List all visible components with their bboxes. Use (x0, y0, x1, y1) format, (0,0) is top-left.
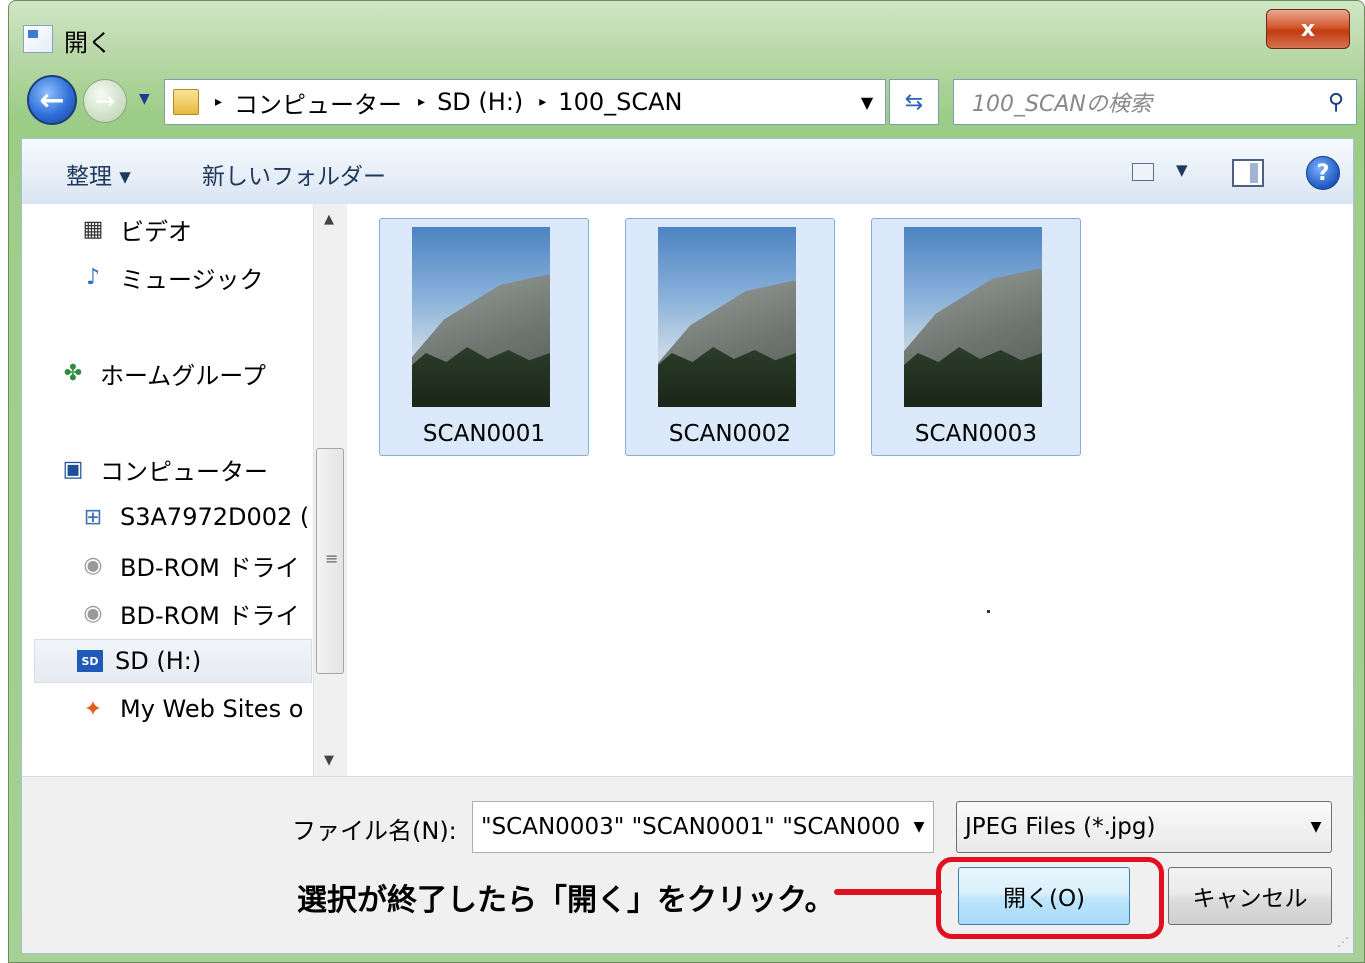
scroll-down-icon[interactable]: ▼ (324, 753, 334, 768)
file-tile-scan0003[interactable]: SCAN0003 (871, 218, 1081, 456)
window-title: 開く (64, 29, 112, 57)
image-thumbnail (412, 227, 550, 407)
homegroup-icon: ✤ (63, 360, 83, 386)
web-sites-icon: ✦ (83, 696, 103, 722)
sidebar-item-label: ホームグループ (100, 361, 266, 390)
title-bar: 開く x (9, 1, 1364, 71)
breadcrumb-separator[interactable]: ▸ (418, 94, 425, 110)
filetype-value: JPEG Files (*.jpg) (965, 814, 1156, 840)
sidebar-item-bd-rom-1[interactable]: ◉ BD-ROM ドライ (78, 543, 300, 587)
back-arrow-icon: ← (39, 82, 65, 118)
navigation-pane: ▦ ビデオ ♪ ミュージック ✤ ホームグループ ▣ コンピューター ⊞ S3A… (21, 204, 313, 776)
sidebar-item-label: BD-ROM ドライ (120, 601, 300, 630)
address-dropdown-icon[interactable]: ▼ (849, 80, 885, 124)
file-tile-scan0001[interactable]: SCAN0001 (379, 218, 589, 456)
dialog-footer: ファイル名(N): "SCAN0003" "SCAN0001" "SCAN000… (21, 776, 1354, 954)
sidebar-item-label: SD (H:) (115, 647, 202, 675)
organize-button[interactable]: 整理 ▾ (66, 157, 131, 191)
search-icon[interactable]: ⚲ (1316, 80, 1356, 124)
back-button[interactable]: ← (27, 75, 77, 125)
breadcrumb-separator[interactable]: ▸ (539, 94, 546, 110)
folder-icon (173, 89, 199, 115)
refresh-icon: ⇆ (904, 89, 924, 115)
scroll-up-icon[interactable]: ▲ (324, 212, 334, 227)
open-file-dialog: 開く x ← → ▼ ▸ コンピューター ▸ SD (H:) ▸ 100_SCA… (8, 0, 1365, 963)
nav-scrollbar[interactable]: ▲ ≡ ▼ (313, 204, 347, 776)
file-name-label: SCAN0002 (668, 421, 792, 447)
windows-drive-icon: ⊞ (83, 504, 103, 530)
close-button[interactable]: x (1266, 9, 1350, 49)
breadcrumb-separator[interactable]: ▸ (215, 94, 222, 110)
file-name-label: SCAN0001 (422, 421, 546, 447)
change-view-icon[interactable] (1132, 163, 1154, 181)
preview-pane-icon[interactable] (1232, 159, 1264, 187)
breadcrumb-sd-drive[interactable]: SD (H:) (437, 88, 523, 116)
sidebar-item-label: ビデオ (120, 217, 192, 246)
disc-icon: ◉ (83, 600, 103, 626)
filename-field[interactable]: "SCAN0003" "SCAN0001" "SCAN000 ▼ (472, 801, 934, 853)
navigation-bar: ← → ▼ ▸ コンピューター ▸ SD (H:) ▸ 100_SCAN ▼ ⇆… (9, 71, 1364, 129)
disc-icon: ◉ (83, 552, 103, 578)
address-bar[interactable]: ▸ コンピューター ▸ SD (H:) ▸ 100_SCAN ▼ (164, 79, 886, 125)
file-tile-scan0002[interactable]: SCAN0002 (625, 218, 835, 456)
sidebar-item-label: ミュージック (120, 265, 264, 294)
search-box[interactable]: 100_SCANの検索 ⚲ (953, 79, 1357, 125)
sidebar-item-computer[interactable]: ▣ コンピューター (58, 447, 268, 491)
breadcrumb-100-scan[interactable]: 100_SCAN (558, 88, 682, 116)
annotation-arrow (834, 889, 942, 895)
help-icon[interactable]: ? (1306, 156, 1340, 190)
scroll-thumb[interactable]: ≡ (316, 448, 344, 674)
view-options-dropdown-icon[interactable]: ▼ (1176, 161, 1188, 179)
image-thumbnail (904, 227, 1042, 407)
history-dropdown-icon[interactable]: ▼ (139, 91, 150, 107)
cancel-button[interactable]: キャンセル (1168, 867, 1332, 925)
filename-dropdown-icon[interactable]: ▼ (905, 819, 933, 835)
refresh-button[interactable]: ⇆ (889, 79, 939, 125)
sidebar-item-sd-drive[interactable]: SD SD (H:) (34, 639, 312, 683)
app-icon (23, 25, 53, 53)
close-icon: x (1300, 16, 1316, 42)
resize-grip-icon[interactable]: ⋰ (1337, 935, 1349, 949)
sidebar-item-homegroup[interactable]: ✤ ホームグループ (58, 351, 266, 395)
file-list-pane[interactable]: SCAN0001 SCAN0002 SCAN0003 (347, 204, 1354, 776)
filename-label: ファイル名(N): (292, 817, 457, 845)
filetype-select[interactable]: JPEG Files (*.jpg) ▼ (956, 801, 1332, 853)
new-folder-button[interactable]: 新しいフォルダー (202, 157, 386, 191)
music-note-icon: ♪ (85, 264, 101, 290)
sidebar-item-videos[interactable]: ▦ ビデオ (78, 207, 192, 251)
sidebar-item-label: S3A7972D002 ( (120, 503, 310, 531)
sidebar-item-label: BD-ROM ドライ (120, 553, 300, 582)
sidebar-item-music[interactable]: ♪ ミュージック (78, 255, 264, 299)
command-toolbar: 整理 ▾ 新しいフォルダー ▼ ? (21, 138, 1354, 204)
breadcrumb-computer[interactable]: コンピューター (234, 85, 402, 120)
scroll-grip-icon: ≡ (325, 549, 339, 568)
sd-card-icon: SD (77, 650, 103, 672)
instruction-annotation: 選択が終了したら「開く」をクリック。 (297, 883, 835, 918)
sidebar-item-bd-rom-2[interactable]: ◉ BD-ROM ドライ (78, 591, 300, 635)
sidebar-item-windows-drive[interactable]: ⊞ S3A7972D002 ( (78, 495, 310, 539)
sidebar-item-my-web-sites[interactable]: ✦ My Web Sites o (78, 687, 304, 731)
sidebar-item-label: My Web Sites o (120, 695, 304, 723)
film-icon: ▦ (82, 216, 104, 242)
search-input[interactable]: 100_SCANの検索 (972, 86, 1316, 118)
computer-icon: ▣ (62, 456, 84, 482)
stray-dot (987, 610, 990, 613)
image-thumbnail (658, 227, 796, 407)
sidebar-item-label: コンピューター (100, 457, 268, 486)
filetype-dropdown-icon[interactable]: ▼ (1301, 819, 1331, 835)
forward-button[interactable]: → (83, 79, 127, 123)
forward-arrow-icon: → (94, 87, 116, 115)
file-name-label: SCAN0003 (914, 421, 1038, 447)
annotation-highlight-box (936, 857, 1164, 939)
filename-value[interactable]: "SCAN0003" "SCAN0001" "SCAN000 (481, 814, 905, 840)
